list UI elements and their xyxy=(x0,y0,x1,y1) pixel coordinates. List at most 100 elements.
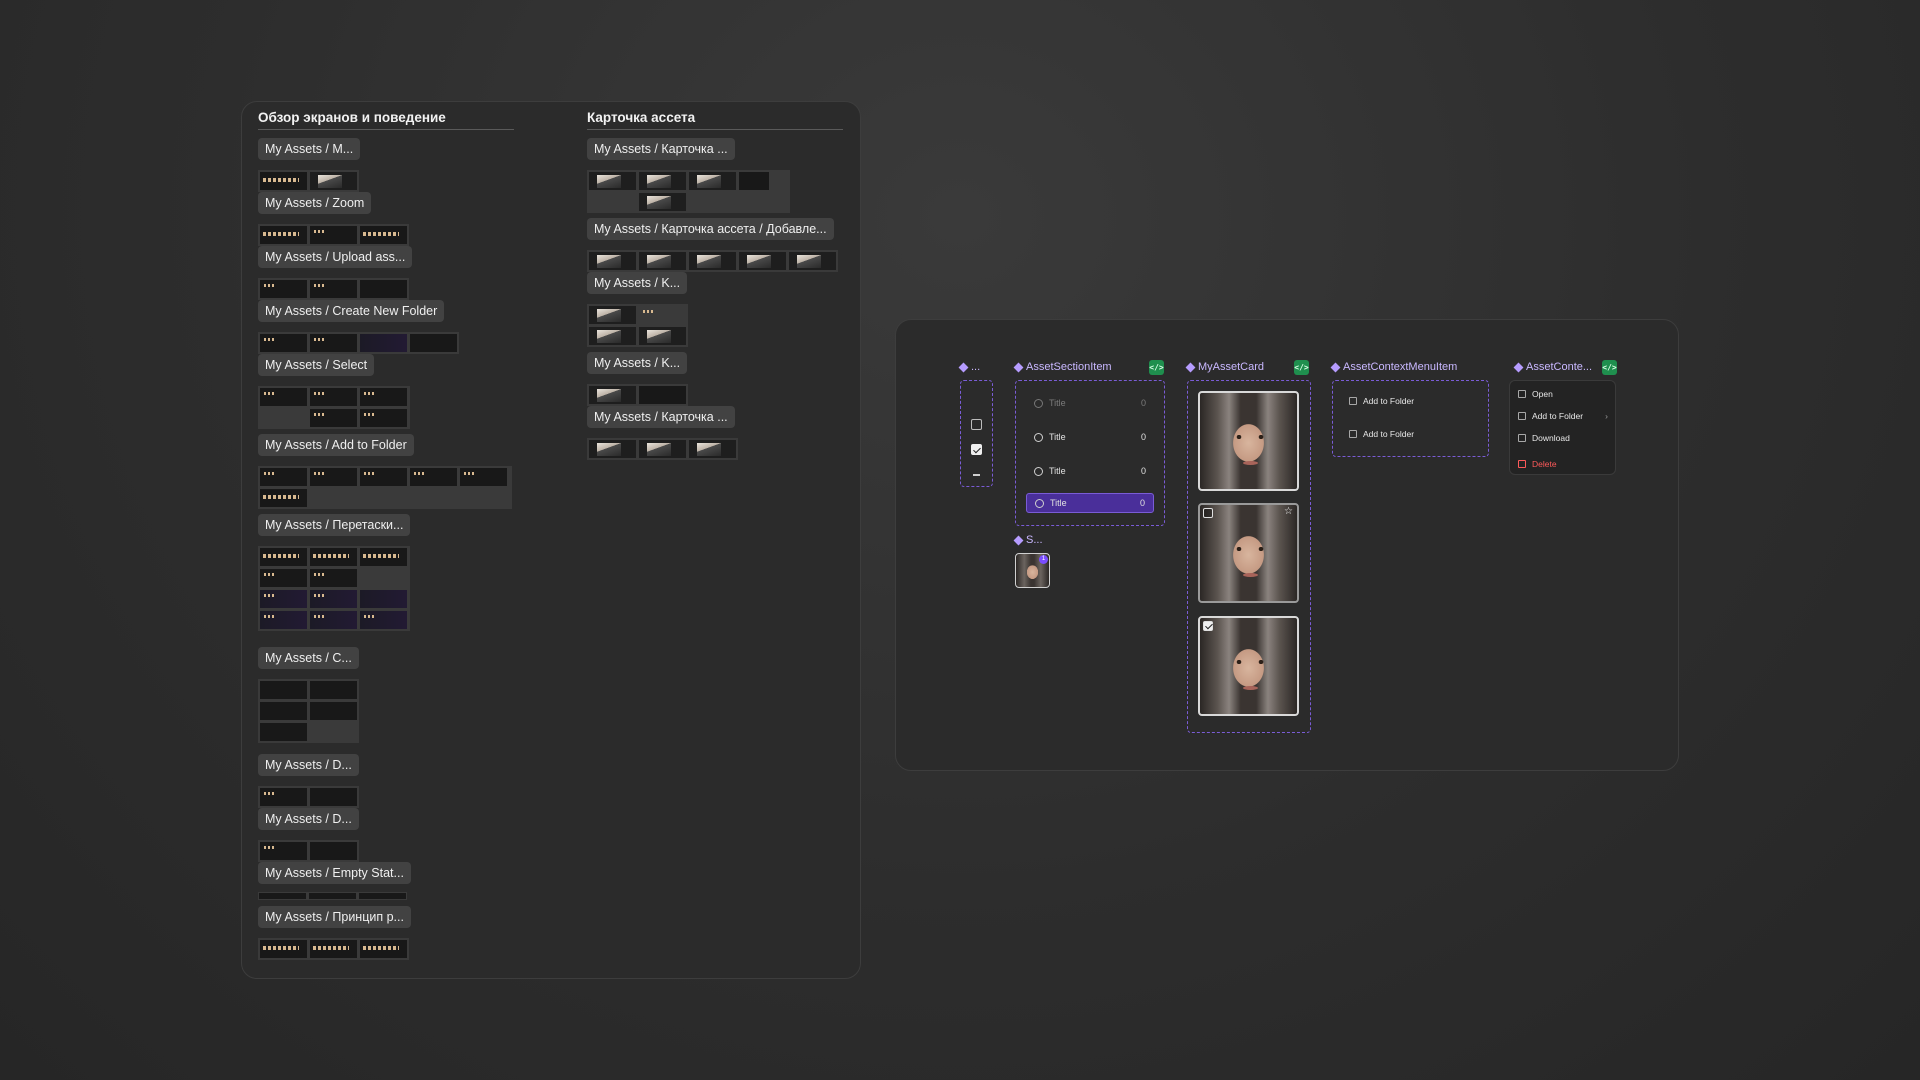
thumb[interactable] xyxy=(360,388,407,406)
thumb[interactable] xyxy=(689,172,736,190)
section-item-active[interactable]: Title 0 xyxy=(1026,493,1154,513)
section-item-disabled[interactable]: Title 0 xyxy=(1026,393,1154,413)
frame-my-assets-empty[interactable]: My Assets / Empty Stat... xyxy=(258,862,411,884)
checkbox-checked[interactable] xyxy=(971,444,982,455)
thumb[interactable] xyxy=(260,388,307,406)
component-label-checkbox[interactable]: ... xyxy=(958,361,980,373)
thumb[interactable] xyxy=(310,702,357,720)
thumb[interactable] xyxy=(360,334,407,352)
component-label-section-item[interactable]: AssetSectionItem xyxy=(1013,361,1112,373)
frame-asset-card-2[interactable]: My Assets / Карточка ассета / Добавле... xyxy=(587,218,834,240)
thumb[interactable] xyxy=(589,172,636,190)
thumb[interactable] xyxy=(789,252,836,270)
thumb[interactable] xyxy=(260,611,307,629)
context-menu-item-hover[interactable]: Add to Folder xyxy=(1349,429,1414,439)
thumb[interactable] xyxy=(260,489,307,507)
thumb[interactable] xyxy=(260,590,307,608)
thumb[interactable] xyxy=(310,226,357,244)
menu-item-add-to-folder[interactable]: Add to Folder › xyxy=(1518,411,1608,421)
component-label-context-menu[interactable]: AssetConte... xyxy=(1513,361,1592,373)
frame-my-assets-principle[interactable]: My Assets / Принцип р... xyxy=(258,906,411,928)
frame-my-assets-create-folder[interactable]: My Assets / Create New Folder xyxy=(258,300,445,322)
thumb[interactable] xyxy=(260,702,307,720)
checkbox-unchecked[interactable] xyxy=(971,419,982,430)
thumb[interactable] xyxy=(639,327,686,345)
card-checkbox[interactable] xyxy=(1203,508,1213,518)
thumb[interactable] xyxy=(260,569,307,587)
thumb[interactable] xyxy=(309,893,356,899)
thumb[interactable] xyxy=(360,409,407,427)
thumb[interactable] xyxy=(360,280,407,298)
thumb[interactable] xyxy=(310,468,357,486)
thumb[interactable] xyxy=(359,893,406,899)
thumb[interactable] xyxy=(360,590,407,608)
card-checkbox-checked[interactable] xyxy=(1203,621,1213,631)
thumb[interactable] xyxy=(639,193,686,211)
thumb[interactable] xyxy=(589,327,636,345)
thumb[interactable] xyxy=(739,252,786,270)
frame-my-assets-main[interactable]: My Assets / M... xyxy=(258,138,361,160)
star-icon[interactable]: ☆ xyxy=(1284,506,1293,517)
frame-my-assets-c[interactable]: My Assets / C... xyxy=(258,647,359,669)
thumb[interactable] xyxy=(260,842,307,860)
thumb[interactable] xyxy=(639,252,686,270)
thumb[interactable] xyxy=(410,334,457,352)
code-icon[interactable]: </> xyxy=(1149,360,1164,375)
context-menu-item-default[interactable]: Add to Folder xyxy=(1349,396,1414,406)
thumb[interactable] xyxy=(310,172,357,190)
code-icon[interactable]: </> xyxy=(1294,360,1309,375)
thumb[interactable] xyxy=(360,468,407,486)
thumb[interactable] xyxy=(260,226,307,244)
thumb[interactable] xyxy=(689,252,736,270)
section-item-default[interactable]: Title 0 xyxy=(1026,427,1154,447)
frame-my-assets-add-folder[interactable]: My Assets / Add to Folder xyxy=(258,434,414,456)
thumb[interactable] xyxy=(310,590,357,608)
thumb[interactable] xyxy=(259,893,306,899)
menu-item-delete[interactable]: Delete xyxy=(1518,459,1557,469)
thumb[interactable] xyxy=(260,723,307,741)
code-icon[interactable]: </> xyxy=(1602,360,1617,375)
thumb[interactable] xyxy=(360,611,407,629)
thumb[interactable] xyxy=(310,611,357,629)
asset-card-default[interactable] xyxy=(1198,391,1299,491)
thumb[interactable] xyxy=(639,386,686,404)
thumb[interactable] xyxy=(639,306,686,324)
thumb[interactable] xyxy=(260,681,307,699)
component-label-small[interactable]: S... xyxy=(1013,534,1043,546)
frame-asset-card-5[interactable]: My Assets / Карточка ... xyxy=(587,406,735,428)
thumb[interactable] xyxy=(360,548,407,566)
thumb[interactable] xyxy=(260,172,307,190)
frame-my-assets-drag[interactable]: My Assets / Перетаски... xyxy=(258,514,411,536)
thumb[interactable] xyxy=(360,226,407,244)
thumb[interactable] xyxy=(310,409,357,427)
thumb[interactable] xyxy=(689,440,736,458)
thumb[interactable] xyxy=(260,548,307,566)
thumb[interactable] xyxy=(260,468,307,486)
thumb[interactable] xyxy=(410,468,457,486)
thumb[interactable] xyxy=(310,334,357,352)
thumb[interactable] xyxy=(589,440,636,458)
frame-asset-card-4[interactable]: My Assets / K... xyxy=(587,352,688,374)
thumb[interactable] xyxy=(260,280,307,298)
thumb[interactable] xyxy=(310,388,357,406)
menu-item-download[interactable]: Download xyxy=(1518,433,1570,443)
thumb[interactable] xyxy=(739,172,769,190)
component-label-context-menu-item[interactable]: AssetContextMenuItem xyxy=(1330,361,1457,373)
frame-my-assets-d2[interactable]: My Assets / D... xyxy=(258,808,359,830)
thumb[interactable] xyxy=(310,548,357,566)
thumb[interactable] xyxy=(310,940,357,958)
thumb[interactable] xyxy=(589,252,636,270)
frame-my-assets-upload[interactable]: My Assets / Upload ass... xyxy=(258,246,413,268)
thumb[interactable] xyxy=(260,788,307,806)
thumb[interactable] xyxy=(310,788,357,806)
thumb[interactable] xyxy=(310,681,357,699)
menu-item-open[interactable]: Open xyxy=(1518,389,1553,399)
frame-my-assets-d1[interactable]: My Assets / D... xyxy=(258,754,359,776)
small-asset-thumbnail[interactable]: 1 xyxy=(1015,553,1050,588)
thumb[interactable] xyxy=(589,386,636,404)
thumb[interactable] xyxy=(310,842,357,860)
thumb[interactable] xyxy=(639,440,686,458)
frame-asset-card-3[interactable]: My Assets / K... xyxy=(587,272,688,294)
frame-asset-card-1[interactable]: My Assets / Карточка ... xyxy=(587,138,735,160)
thumb[interactable] xyxy=(260,940,307,958)
